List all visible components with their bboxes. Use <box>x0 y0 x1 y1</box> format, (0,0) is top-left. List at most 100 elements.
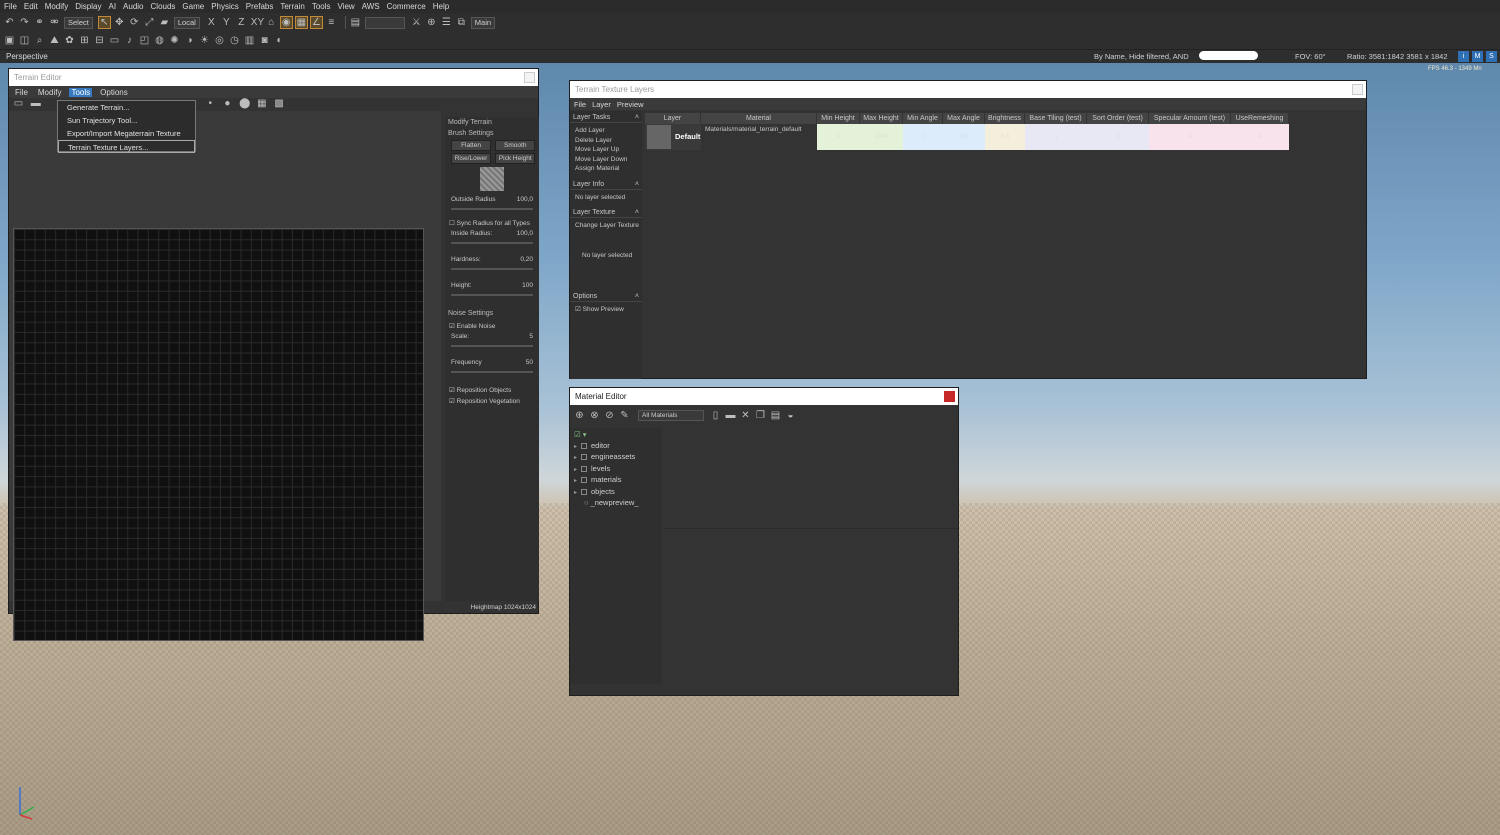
flatten-button[interactable]: Flatten <box>451 140 491 151</box>
layer-combo[interactable]: Main <box>470 16 496 29</box>
save-all-icon[interactable]: ▬ <box>725 410 736 421</box>
coordinate-system-combo[interactable]: Local <box>173 16 200 29</box>
smooth-button[interactable]: Smooth <box>495 140 536 151</box>
te-menu-file[interactable]: File <box>13 88 30 97</box>
time-of-day-icon[interactable]: ◷ <box>229 35 240 46</box>
expand-icon[interactable]: ▸ <box>574 455 577 461</box>
menu-view[interactable]: View <box>338 2 355 11</box>
ttl-menu-file[interactable]: File <box>574 100 586 109</box>
layer-tasks-header[interactable]: Layer Tasks ˄ <box>570 111 642 123</box>
menu-edit[interactable]: Edit <box>24 2 38 11</box>
lua-icon[interactable]: ◙ <box>259 35 270 46</box>
layer-editor-icon[interactable]: ◫ <box>19 35 30 46</box>
rise-lower-button[interactable]: Rise/Lower <box>451 153 491 164</box>
viewport-info-button[interactable]: i <box>1458 51 1469 62</box>
table-row[interactable]: Default Materials/material_terrain_defau… <box>645 124 1289 150</box>
track-view-icon[interactable]: ⊞ <box>79 35 90 46</box>
layer-texture-header[interactable]: Layer Texture ˄ <box>570 206 642 218</box>
te-menu-modify[interactable]: Modify <box>36 88 64 97</box>
open-icon[interactable]: ▭ <box>13 98 24 109</box>
terrain-editor-titlebar[interactable]: Terrain Editor <box>9 69 538 86</box>
copy-icon[interactable]: ❐ <box>755 410 766 421</box>
select-arrow-icon[interactable]: ↖ <box>97 16 111 29</box>
audio-icon[interactable]: ♪ <box>124 35 135 46</box>
delete-icon[interactable]: ✕ <box>740 410 751 421</box>
menu-prefabs[interactable]: Prefabs <box>246 2 274 11</box>
use-remeshing-cell[interactable]: 0 <box>1231 124 1289 150</box>
flowgraph-icon[interactable]: ⊟ <box>94 35 105 46</box>
reposition-vegetation-checkbox[interactable]: ☑ Reposition Vegetation <box>445 394 539 405</box>
layer-stack-icon[interactable]: ⧉ <box>456 17 467 28</box>
collapse-icon[interactable]: ˄ <box>635 114 639 121</box>
col-sort-order[interactable]: Sort Order (test) <box>1087 113 1149 124</box>
database-icon[interactable]: ▣ <box>4 35 15 46</box>
search-icon[interactable]: ⌕ <box>34 35 45 46</box>
enable-noise-checkbox[interactable]: ☑ Enable Noise <box>445 319 539 330</box>
menu-game[interactable]: Game <box>182 2 204 11</box>
options-header[interactable]: Options ˄ <box>570 290 642 302</box>
tree-item-levels[interactable]: ▸ levels <box>570 464 662 476</box>
assign-material-link[interactable]: Assign Material <box>570 164 642 174</box>
collapse-icon[interactable]: ˄ <box>635 293 639 300</box>
move-layer-up-link[interactable]: Move Layer Up <box>570 145 642 155</box>
te-menu-tools[interactable]: Tools <box>69 87 93 97</box>
inside-radius-field[interactable]: 100,0 <box>517 230 533 237</box>
link-icon[interactable]: ⚭ <box>34 17 45 28</box>
brightness-cell[interactable]: 0.5 <box>985 124 1025 150</box>
height-field[interactable]: 100 <box>522 282 533 289</box>
max-height-cell[interactable]: 1024 <box>860 124 903 150</box>
inside-radius-slider[interactable] <box>451 242 533 244</box>
heightmap-canvas[interactable] <box>13 228 424 641</box>
scale-field[interactable]: 5 <box>529 333 533 340</box>
specular-cell[interactable]: 0 <box>1149 124 1231 150</box>
scale-slider[interactable] <box>451 345 533 347</box>
save-material-icon[interactable]: ▯ <box>710 410 721 421</box>
min-height-cell[interactable]: 0 <box>817 124 860 150</box>
terrain-texture-layers-item[interactable]: Terrain Texture Layers... <box>58 140 195 153</box>
sun-trajectory-item[interactable]: Sun Trajectory Tool... <box>58 114 195 127</box>
preview-icon[interactable]: ◒ <box>785 410 796 421</box>
hardness-field[interactable]: 0,20 <box>520 256 533 263</box>
undo-icon[interactable]: ↶ <box>4 17 15 28</box>
add-multi-material-icon[interactable]: ⊗ <box>589 410 600 421</box>
col-min-height[interactable]: Min Height <box>817 113 860 124</box>
col-specular-amount[interactable]: Specular Amount (test) <box>1149 113 1231 124</box>
axis-y-button[interactable]: Y <box>221 17 232 28</box>
axis-xy-button[interactable]: XY <box>251 17 264 28</box>
grid-fine-icon[interactable]: ▩ <box>274 98 285 109</box>
axis-x-button[interactable]: X <box>206 17 217 28</box>
move-icon[interactable]: ✥ <box>114 17 125 28</box>
expand-icon[interactable]: ▸ <box>574 478 577 484</box>
viewport-maximize-button[interactable]: M <box>1472 51 1483 62</box>
tree-item-materials[interactable]: ▸ materials <box>570 475 662 487</box>
scale-icon[interactable]: ⤢ <box>144 17 155 28</box>
col-base-tiling[interactable]: Base Tiling (test) <box>1025 113 1087 124</box>
pick-material-icon[interactable]: ✎ <box>619 410 630 421</box>
ui-editor-icon[interactable]: ◰ <box>139 35 150 46</box>
col-max-angle[interactable]: Max Angle <box>943 113 985 124</box>
console-icon[interactable]: ▭ <box>109 35 120 46</box>
snap-grid-icon[interactable]: ▦ <box>294 16 308 29</box>
expand-icon[interactable]: ▸ <box>574 444 577 450</box>
ttl-menu-preview[interactable]: Preview <box>617 100 644 109</box>
viewport-settings-button[interactable]: S <box>1486 51 1497 62</box>
sync-radius-checkbox[interactable]: ☐ Sync Radius for all Types <box>445 216 539 227</box>
tree-filter-row[interactable]: ☑ ▾ <box>570 428 662 441</box>
vertex-snap-icon[interactable]: ⊕ <box>426 17 437 28</box>
menu-commerce[interactable]: Commerce <box>387 2 426 11</box>
layers-icon[interactable]: ☰ <box>441 17 452 28</box>
close-icon[interactable] <box>944 391 955 402</box>
brush-xlarge-icon[interactable]: ⬤ <box>239 98 250 109</box>
hardness-slider[interactable] <box>451 268 533 270</box>
col-use-remeshing[interactable]: UseRemeshing <box>1231 113 1289 124</box>
outside-radius-field[interactable]: 100,0 <box>517 196 533 203</box>
selection-mode-combo[interactable]: Select <box>64 16 93 29</box>
terrain-select-icon[interactable]: ▰ <box>159 17 170 28</box>
reposition-objects-checkbox[interactable]: ☑ Reposition Objects <box>445 383 539 394</box>
light-icon[interactable]: ☀ <box>199 35 210 46</box>
menu-clouds[interactable]: Clouds <box>151 2 176 11</box>
height-slider[interactable] <box>451 294 533 296</box>
menu-help[interactable]: Help <box>433 2 449 11</box>
particle-icon[interactable]: ✺ <box>169 35 180 46</box>
paste-icon[interactable]: ▤ <box>770 410 781 421</box>
